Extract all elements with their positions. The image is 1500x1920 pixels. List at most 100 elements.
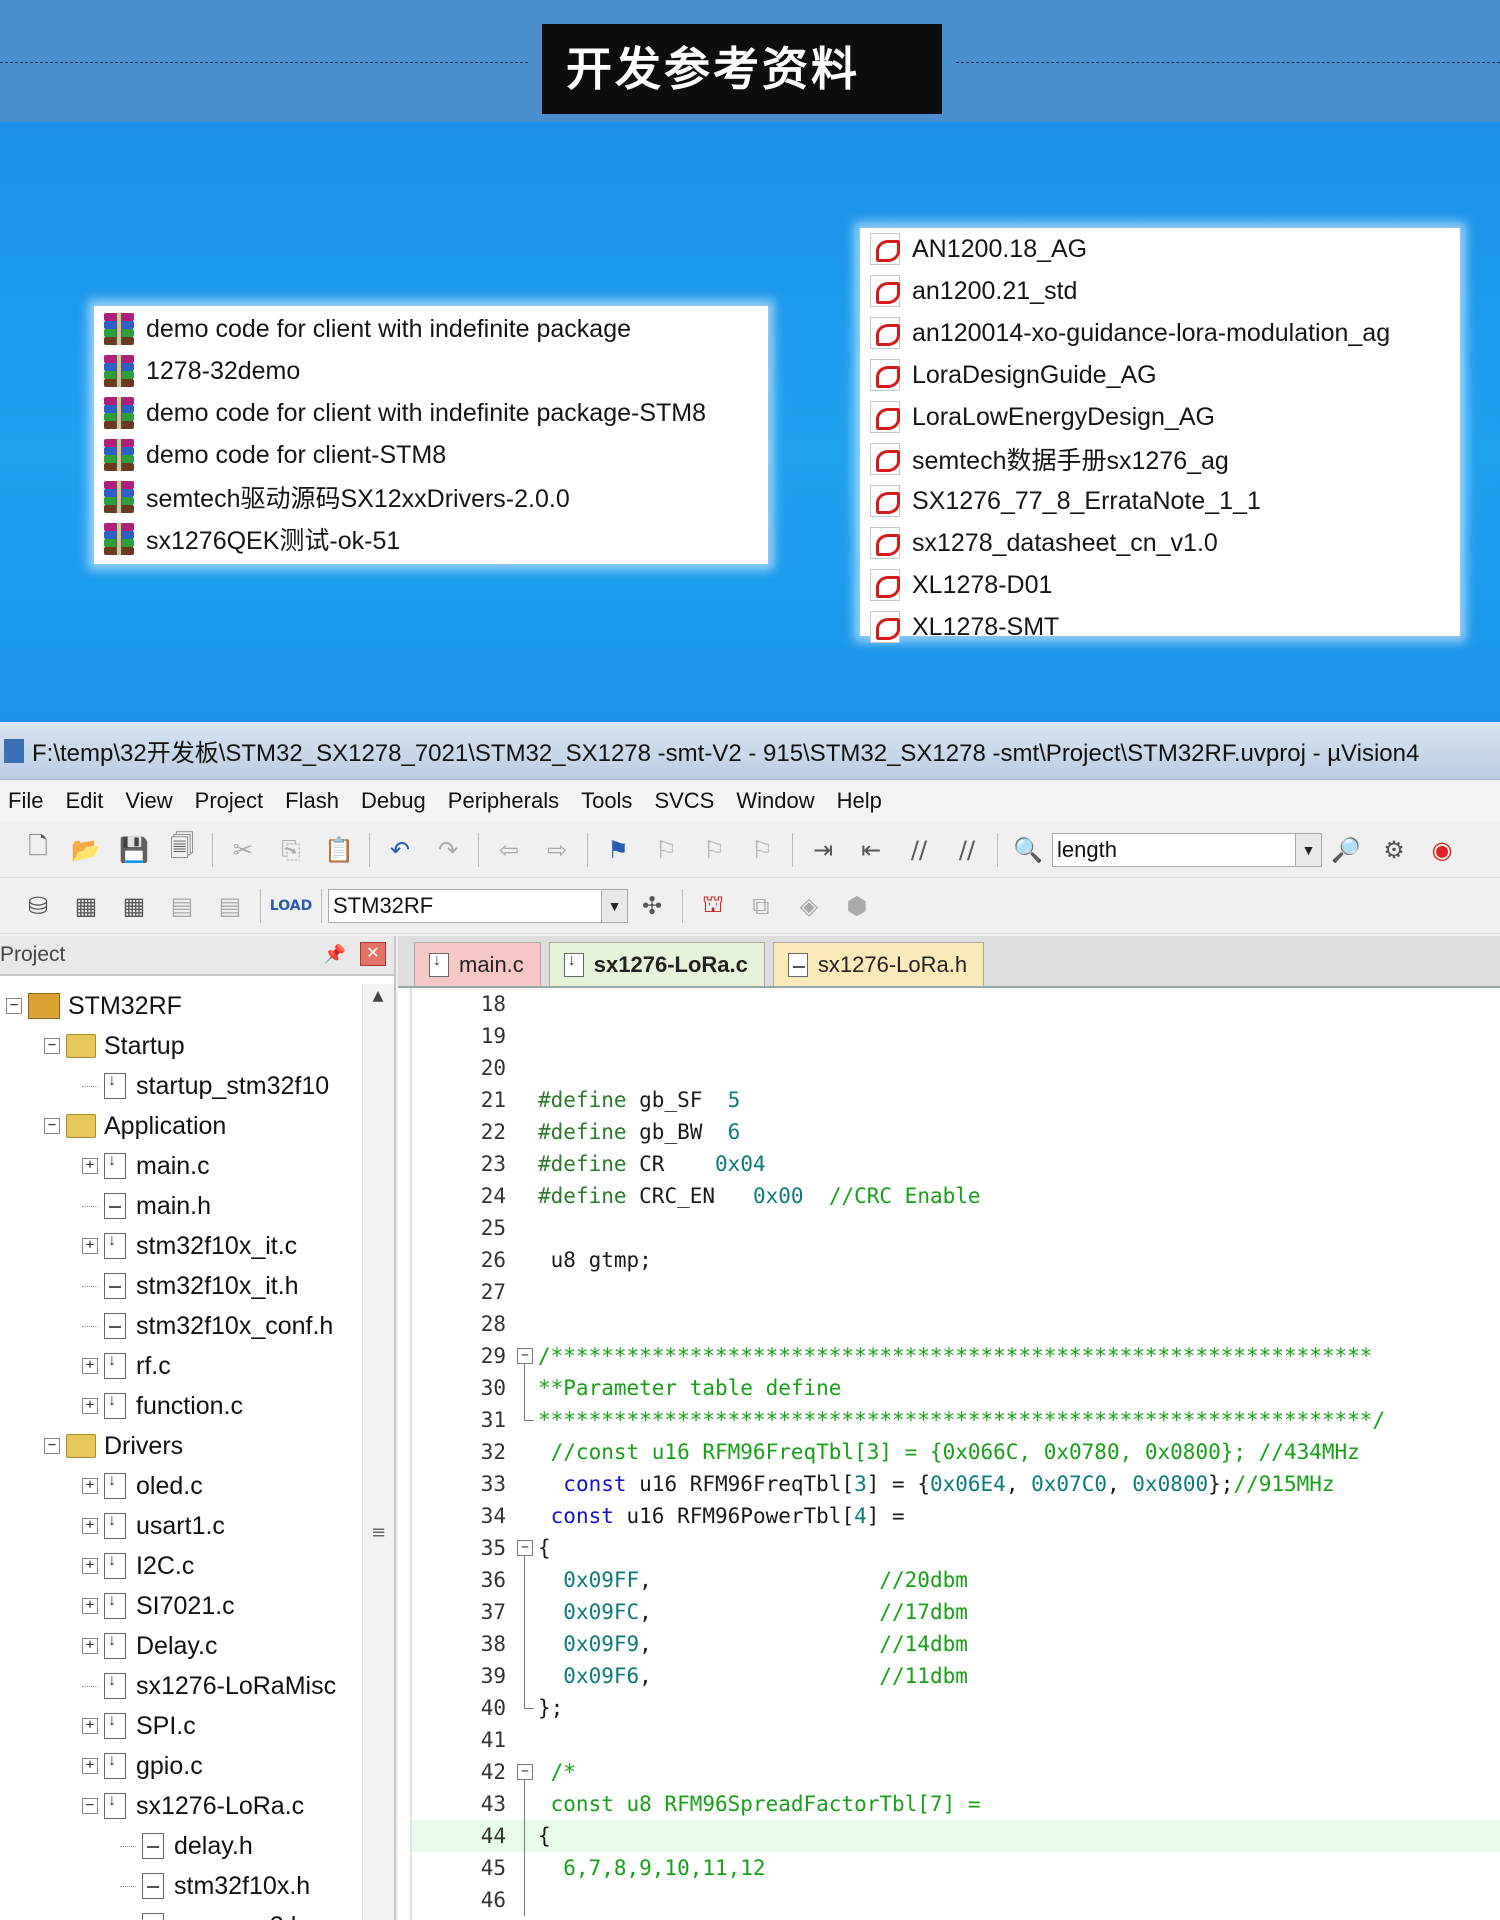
- pdf-file-item[interactable]: LoraDesignGuide_AG: [860, 354, 1460, 396]
- expand-icon[interactable]: +: [82, 1398, 98, 1414]
- code-line[interactable]: 30 **Parameter table define: [412, 1372, 1500, 1404]
- new-file-icon[interactable]: 🗋: [21, 832, 55, 867]
- pdf-file-item[interactable]: LoraLowEnergyDesign_AG: [860, 396, 1460, 438]
- code-line[interactable]: 34 const u16 RFM96PowerTbl[4] =: [412, 1500, 1500, 1532]
- code-line[interactable]: 41: [412, 1724, 1500, 1756]
- archive-file-item[interactable]: demo code for client with indefinite pac…: [94, 308, 768, 350]
- tab-sx1276-lora-c[interactable]: sx1276-LoRa.c: [548, 942, 765, 986]
- expand-icon[interactable]: +: [82, 1598, 98, 1614]
- code-line[interactable]: 29−/************************************…: [412, 1340, 1500, 1372]
- pdf-file-item[interactable]: sx1278_datasheet_cn_v1.0: [860, 522, 1460, 564]
- expand-icon[interactable]: +: [82, 1158, 98, 1174]
- manage-components-icon[interactable]: ⛫: [696, 889, 730, 923]
- incremental-find-icon[interactable]: ⚙: [1377, 833, 1411, 867]
- tree-scrollbar[interactable]: ▲ ≡: [362, 984, 394, 1920]
- pdf-file-item[interactable]: XL1278-SMT: [860, 606, 1460, 648]
- fold-collapse-icon[interactable]: −: [517, 1764, 533, 1780]
- tab-main-c[interactable]: main.c: [414, 942, 541, 986]
- next-bookmark-icon[interactable]: ⚐: [697, 833, 731, 867]
- pdf-file-item[interactable]: semtech数据手册sx1276_ag: [860, 438, 1460, 480]
- save-all-icon[interactable]: 🗐: [165, 832, 199, 867]
- cut-icon[interactable]: ✂: [226, 833, 260, 867]
- fold-collapse-icon[interactable]: −: [517, 1540, 533, 1556]
- scroll-up-icon[interactable]: ▲: [363, 988, 393, 1012]
- download-load-icon[interactable]: LOAD: [270, 889, 312, 923]
- tree-file[interactable]: + I2C.c: [0, 1546, 352, 1586]
- collapse-icon[interactable]: −: [44, 1118, 60, 1134]
- tree-file[interactable]: stm32f10x_conf.h: [0, 1306, 352, 1346]
- code-line[interactable]: 38 0x09F9, //14dbm: [412, 1628, 1500, 1660]
- menu-svcs[interactable]: SVCS: [646, 788, 728, 814]
- code-line[interactable]: 45 6,7,8,9,10,11,12: [412, 1852, 1500, 1884]
- menu-view[interactable]: View: [117, 788, 186, 814]
- tree-file[interactable]: startup_stm32f10: [0, 1066, 352, 1106]
- menu-help[interactable]: Help: [829, 788, 896, 814]
- pack-installer-icon[interactable]: ⬢: [840, 889, 874, 923]
- undo-icon[interactable]: ↶: [383, 833, 417, 867]
- tree-file[interactable]: stm32f10x.h: [0, 1866, 352, 1906]
- window-titlebar[interactable]: F:\temp\32开发板\STM32_SX1278_7021\STM32_SX…: [0, 722, 1500, 780]
- tree-file[interactable]: sx1276-LoRaMisc: [0, 1666, 352, 1706]
- collapse-icon[interactable]: −: [44, 1038, 60, 1054]
- code-line[interactable]: 39 0x09F6, //11dbm: [412, 1660, 1500, 1692]
- code-line[interactable]: 28: [412, 1308, 1500, 1340]
- expand-icon[interactable]: +: [82, 1638, 98, 1654]
- code-area[interactable]: 18 19 20 21 #define gb_SF 5 22 #define gb_BW 6…: [410, 988, 1500, 1920]
- code-line[interactable]: 21 #define gb_SF 5: [412, 1084, 1500, 1116]
- code-line[interactable]: 46: [412, 1884, 1500, 1916]
- pdf-file-item[interactable]: an1200.21_std: [860, 270, 1460, 312]
- tree-file[interactable]: + SI7021.c: [0, 1586, 352, 1626]
- expand-icon[interactable]: +: [82, 1478, 98, 1494]
- code-line[interactable]: 31 **************************************…: [412, 1404, 1500, 1436]
- tree-file[interactable]: stm32f10x_it.h: [0, 1266, 352, 1306]
- code-line[interactable]: 42− /*: [412, 1756, 1500, 1788]
- navigate-forward-icon[interactable]: ⇨: [540, 833, 574, 867]
- find-icon[interactable]: 🔎: [1329, 833, 1363, 867]
- tree-file[interactable]: + SPI.c: [0, 1706, 352, 1746]
- batch-build-icon[interactable]: ▤: [165, 889, 199, 923]
- menu-tools[interactable]: Tools: [573, 788, 646, 814]
- menu-file[interactable]: File: [0, 788, 57, 814]
- translate-icon[interactable]: ⛁: [21, 889, 55, 923]
- copy-icon[interactable]: ⎘: [274, 833, 308, 867]
- tree-file[interactable]: main.h: [0, 1186, 352, 1226]
- pdf-file-item[interactable]: an120014-xo-guidance-lora-modulation_ag: [860, 312, 1460, 354]
- collapse-icon[interactable]: −: [6, 998, 22, 1014]
- menu-project[interactable]: Project: [187, 788, 277, 814]
- stop-build-icon[interactable]: ▤: [213, 889, 247, 923]
- code-line[interactable]: 19: [412, 1020, 1500, 1052]
- scrollbar-grip-icon[interactable]: ≡: [371, 1522, 386, 1543]
- collapse-icon[interactable]: −: [82, 1798, 98, 1814]
- code-line[interactable]: 27: [412, 1276, 1500, 1308]
- target-select[interactable]: STM32RF ▼: [328, 888, 628, 923]
- find-combo[interactable]: length ▼: [1052, 832, 1322, 867]
- tree-file[interactable]: + main.c: [0, 1146, 352, 1186]
- menu-window[interactable]: Window: [728, 788, 828, 814]
- menu-peripherals[interactable]: Peripherals: [440, 788, 573, 814]
- expand-icon[interactable]: +: [82, 1238, 98, 1254]
- collapse-icon[interactable]: −: [44, 1438, 60, 1454]
- code-line[interactable]: 36 0x09FF, //20dbm: [412, 1564, 1500, 1596]
- prev-bookmark-icon[interactable]: ⚐: [649, 833, 683, 867]
- code-line[interactable]: 33 const u16 RFM96FreqTbl[3] = {0x06E4, …: [412, 1468, 1500, 1500]
- close-icon[interactable]: ✕: [360, 942, 386, 966]
- paste-icon[interactable]: 📋: [322, 833, 356, 867]
- save-icon[interactable]: 💾: [117, 833, 151, 867]
- chevron-down-icon[interactable]: ▼: [601, 889, 627, 922]
- pdf-file-item[interactable]: SX1276_77_8_ErrataNote_1_1: [860, 480, 1460, 522]
- tree-file[interactable]: + oled.c: [0, 1466, 352, 1506]
- code-line[interactable]: 32 //const u16 RFM96FreqTbl[3] = {0x066C…: [412, 1436, 1500, 1468]
- expand-icon[interactable]: +: [82, 1558, 98, 1574]
- run-time-env-icon[interactable]: ◈: [792, 889, 826, 923]
- archive-file-item[interactable]: demo code for client with indefinite pac…: [94, 392, 768, 434]
- code-line[interactable]: 23 #define CR 0x04: [412, 1148, 1500, 1180]
- redo-icon[interactable]: ↷: [431, 833, 465, 867]
- menu-edit[interactable]: Edit: [57, 788, 117, 814]
- open-folder-icon[interactable]: 📂: [69, 833, 103, 867]
- build-icon[interactable]: ▦: [69, 889, 103, 923]
- uncomment-icon[interactable]: //: [950, 833, 984, 867]
- code-line[interactable]: 18: [412, 988, 1500, 1020]
- code-line[interactable]: 24 #define CRC_EN 0x00 //CRC Enable: [412, 1180, 1500, 1212]
- debug-start-icon[interactable]: ◉: [1425, 833, 1459, 867]
- clear-bookmarks-icon[interactable]: ⚐: [745, 833, 779, 867]
